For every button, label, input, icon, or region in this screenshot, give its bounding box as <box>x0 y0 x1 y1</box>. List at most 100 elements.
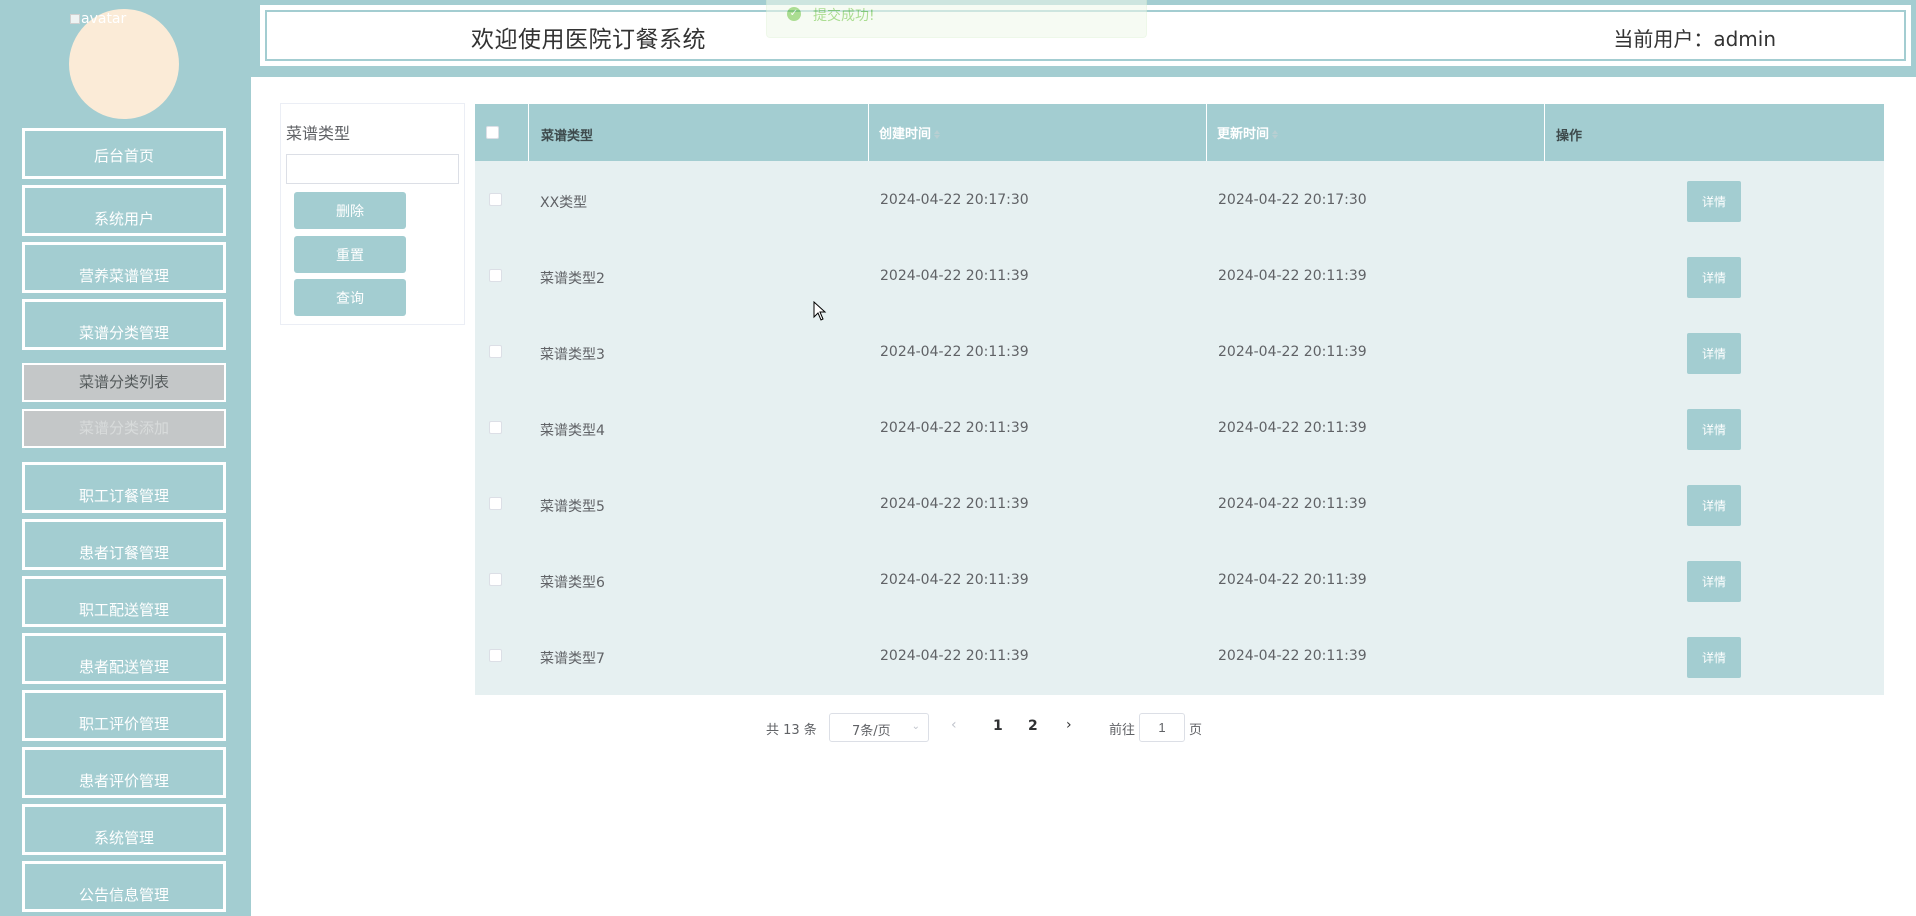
cell-type: XX类型 <box>540 195 588 211</box>
header-frame-left <box>251 0 258 77</box>
search-panel: 菜谱类型 删除 重置 查询 <box>280 103 465 325</box>
column-label-type: 菜谱类型 <box>541 129 594 144</box>
nav-staff-ordering[interactable]: 职工订餐管理 <box>22 462 226 513</box>
broken-image-icon <box>70 14 80 24</box>
select-all-checkbox[interactable] <box>486 126 499 139</box>
table-row: 菜谱类型2 2024-04-22 20:11:39 2024-04-22 20:… <box>475 238 1884 314</box>
column-header-created[interactable]: 创建时间 <box>869 104 1207 161</box>
column-label-updated: 更新时间 <box>1217 127 1270 142</box>
cell-updated: 2024-04-22 20:11:39 <box>1218 268 1367 284</box>
nav-staff-delivery[interactable]: 职工配送管理 <box>22 576 226 627</box>
cell-created: 2024-04-22 20:11:39 <box>880 344 1029 360</box>
detail-button[interactable]: 详情 <box>1687 485 1741 526</box>
cell-type: 菜谱类型7 <box>540 651 605 667</box>
nav-announcement-management[interactable]: 公告信息管理 <box>22 861 226 912</box>
delete-button[interactable]: 删除 <box>294 192 406 229</box>
page-size-select[interactable]: 7条/页 ⌄ <box>829 713 929 742</box>
toast-message: 提交成功! <box>813 8 875 24</box>
current-user: 当前用户：admin <box>1613 27 1776 51</box>
column-header-type[interactable]: 菜谱类型 <box>529 104 869 161</box>
page-title: 欢迎使用医院订餐系统 <box>471 27 706 53</box>
table-row: 菜谱类型6 2024-04-22 20:11:39 2024-04-22 20:… <box>475 542 1884 618</box>
column-label-updated-wrap: 更新时间 <box>1217 123 1280 142</box>
table-row: 菜谱类型3 2024-04-22 20:11:39 2024-04-22 20:… <box>475 314 1884 390</box>
page-suffix-label: 页 <box>1189 723 1203 738</box>
prev-page-icon[interactable]: ‹ <box>951 717 957 733</box>
goto-page-input[interactable] <box>1139 713 1185 742</box>
table-row: 菜谱类型4 2024-04-22 20:11:39 2024-04-22 20:… <box>475 390 1884 466</box>
success-toast: ✓ 提交成功! <box>766 0 1147 38</box>
cell-type: 菜谱类型2 <box>540 271 605 287</box>
pagination-total: 共 13 条 <box>766 723 817 738</box>
success-check-icon: ✓ <box>787 7 801 21</box>
table-row: 菜谱类型5 2024-04-22 20:11:39 2024-04-22 20:… <box>475 466 1884 542</box>
cell-type: 菜谱类型5 <box>540 499 605 515</box>
goto-label: 前往 <box>1109 723 1136 738</box>
cell-updated: 2024-04-22 20:11:39 <box>1218 496 1367 512</box>
nav-recipe-category-list[interactable]: 菜谱分类列表 <box>22 363 226 402</box>
cell-updated: 2024-04-22 20:17:30 <box>1218 192 1367 208</box>
cell-type: 菜谱类型6 <box>540 575 605 591</box>
table-header: 菜谱类型 创建时间 更新时间 操作 <box>475 104 1884 161</box>
nav-patient-delivery[interactable]: 患者配送管理 <box>22 633 226 684</box>
recipe-type-search-input[interactable] <box>286 154 459 184</box>
sidebar: avatar 后台首页 系统用户 营养菜谱管理 菜谱分类管理 菜谱分类列表 菜谱… <box>0 0 251 916</box>
detail-button[interactable]: 详情 <box>1687 409 1741 450</box>
query-button[interactable]: 查询 <box>294 279 406 316</box>
cell-created: 2024-04-22 20:11:39 <box>880 268 1029 284</box>
page-number-1[interactable]: 1 <box>993 718 1003 734</box>
nav-system-management[interactable]: 系统管理 <box>22 804 226 855</box>
nav-recipe-category-add[interactable]: 菜谱分类添加 <box>22 409 226 448</box>
column-label-actions: 操作 <box>1556 129 1583 144</box>
cell-updated: 2024-04-22 20:11:39 <box>1218 572 1367 588</box>
cell-created: 2024-04-22 20:11:39 <box>880 572 1029 588</box>
page-number-2[interactable]: 2 <box>1028 718 1038 734</box>
cell-updated: 2024-04-22 20:11:39 <box>1218 344 1367 360</box>
cell-created: 2024-04-22 20:11:39 <box>880 420 1029 436</box>
column-header-actions: 操作 <box>1545 104 1884 161</box>
nav-dashboard[interactable]: 后台首页 <box>22 128 226 179</box>
search-label: 菜谱类型 <box>286 124 351 143</box>
header-frame-bottom <box>251 68 1916 77</box>
row-checkbox[interactable] <box>489 421 502 434</box>
nav-recipe-management[interactable]: 营养菜谱管理 <box>22 242 226 293</box>
nav-recipe-category-management[interactable]: 菜谱分类管理 <box>22 299 226 350</box>
chevron-down-icon: ⌄ <box>911 721 920 732</box>
detail-button[interactable]: 详情 <box>1687 333 1741 374</box>
sort-icon[interactable] <box>1272 129 1280 140</box>
detail-button[interactable]: 详情 <box>1687 561 1741 602</box>
row-checkbox[interactable] <box>489 269 502 282</box>
row-checkbox[interactable] <box>489 649 502 662</box>
row-checkbox[interactable] <box>489 345 502 358</box>
detail-button[interactable]: 详情 <box>1687 181 1741 222</box>
recipe-type-table: 菜谱类型 创建时间 更新时间 操作 XX类型 2024-04-22 20:17:… <box>475 104 1884 695</box>
avatar-alt-text: avatar <box>70 11 126 27</box>
page-size-value: 7条/页 <box>852 724 891 739</box>
column-label-created: 创建时间 <box>879 127 932 142</box>
row-checkbox[interactable] <box>489 573 502 586</box>
column-label-created-wrap: 创建时间 <box>879 123 942 142</box>
table-row: 菜谱类型7 2024-04-22 20:11:39 2024-04-22 20:… <box>475 618 1884 694</box>
cell-updated: 2024-04-22 20:11:39 <box>1218 420 1367 436</box>
cell-created: 2024-04-22 20:11:39 <box>880 496 1029 512</box>
table-row: XX类型 2024-04-22 20:17:30 2024-04-22 20:1… <box>475 162 1884 238</box>
cell-created: 2024-04-22 20:11:39 <box>880 648 1029 664</box>
detail-button[interactable]: 详情 <box>1687 637 1741 678</box>
cell-updated: 2024-04-22 20:11:39 <box>1218 648 1367 664</box>
reset-button[interactable]: 重置 <box>294 236 406 273</box>
cell-type: 菜谱类型4 <box>540 423 605 439</box>
cell-type: 菜谱类型3 <box>540 347 605 363</box>
cell-created: 2024-04-22 20:17:30 <box>880 192 1029 208</box>
detail-button[interactable]: 详情 <box>1687 257 1741 298</box>
header-select-cell <box>475 104 529 161</box>
nav-system-users[interactable]: 系统用户 <box>22 185 226 236</box>
nav-patient-ordering[interactable]: 患者订餐管理 <box>22 519 226 570</box>
column-header-updated[interactable]: 更新时间 <box>1207 104 1545 161</box>
nav-patient-reviews[interactable]: 患者评价管理 <box>22 747 226 798</box>
row-checkbox[interactable] <box>489 497 502 510</box>
next-page-icon[interactable]: › <box>1066 717 1072 733</box>
nav-staff-reviews[interactable]: 职工评价管理 <box>22 690 226 741</box>
row-checkbox[interactable] <box>489 193 502 206</box>
mouse-cursor-icon <box>813 301 827 321</box>
sort-icon[interactable] <box>934 129 942 140</box>
